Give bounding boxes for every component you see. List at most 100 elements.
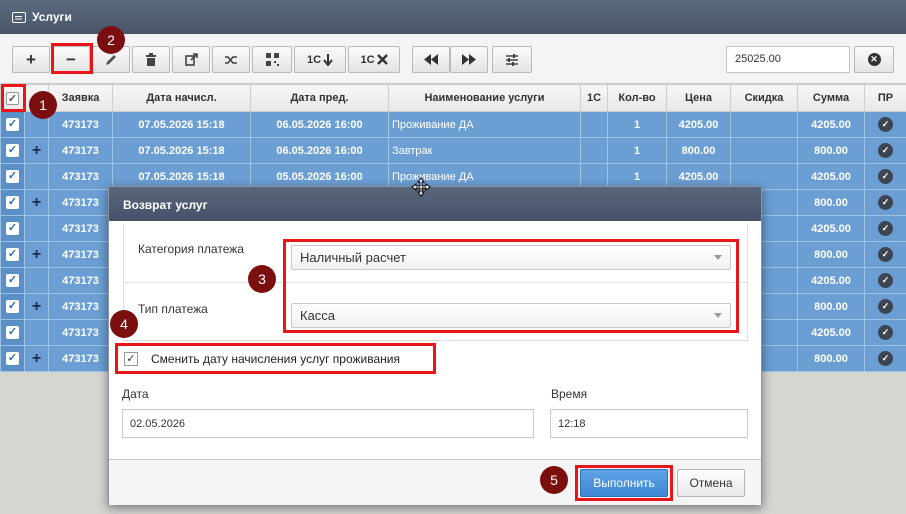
row-select-cell[interactable]: ✓: [0, 267, 25, 294]
delete-button[interactable]: [132, 46, 170, 73]
back-button[interactable]: [412, 46, 450, 73]
forward-button[interactable]: [450, 46, 488, 73]
row-checkbox[interactable]: ✓: [6, 352, 19, 365]
select-all-cell[interactable]: ✓: [0, 84, 25, 112]
row-select-cell[interactable]: ✓: [0, 215, 25, 242]
row-checkbox[interactable]: ✓: [6, 170, 19, 183]
cell-pr[interactable]: ✓: [864, 319, 906, 346]
expand-cell[interactable]: [24, 319, 49, 346]
column-header[interactable]: Сумма: [797, 84, 865, 112]
remove-button[interactable]: −: [52, 46, 90, 73]
row-checkbox[interactable]: ✓: [6, 196, 19, 209]
search-input[interactable]: 25025.00: [726, 46, 850, 73]
check-circle-icon[interactable]: ✓: [878, 169, 893, 184]
cancel-button[interactable]: Отмена: [677, 469, 745, 497]
expand-cell[interactable]: [24, 215, 49, 242]
fast-forward-icon: [462, 54, 476, 65]
column-header[interactable]: 1С: [580, 84, 608, 112]
expand-plus-icon[interactable]: +: [32, 194, 41, 211]
change-date-option[interactable]: ✓ Сменить дату начисления услуг проживан…: [118, 347, 433, 371]
row-select-cell[interactable]: ✓: [0, 163, 25, 190]
check-circle-icon[interactable]: ✓: [878, 273, 893, 288]
onec-delete-button[interactable]: 1С: [348, 46, 400, 73]
expand-plus-icon[interactable]: +: [32, 350, 41, 367]
expand-plus-icon[interactable]: +: [32, 142, 41, 159]
check-circle-icon[interactable]: ✓: [878, 143, 893, 158]
onec-download-button[interactable]: 1С: [294, 46, 346, 73]
row-select-cell[interactable]: ✓: [0, 189, 25, 216]
expand-cell[interactable]: +: [24, 293, 49, 320]
check-circle-icon[interactable]: ✓: [878, 325, 893, 340]
row-select-cell[interactable]: ✓: [0, 293, 25, 320]
expand-cell[interactable]: +: [24, 241, 49, 268]
cell-date-service: 06.05.2026 16:00: [250, 111, 389, 138]
column-header[interactable]: Наименование услуги: [388, 84, 581, 112]
row-checkbox[interactable]: ✓: [6, 144, 19, 157]
cell-pr[interactable]: ✓: [864, 215, 906, 242]
payment-type-select[interactable]: Касса: [291, 303, 731, 328]
expand-plus-icon[interactable]: +: [32, 298, 41, 315]
payment-category-select[interactable]: Наличный расчет: [291, 245, 731, 270]
window-title: Услуги: [32, 10, 72, 24]
row-checkbox[interactable]: ✓: [6, 248, 19, 261]
share-button[interactable]: [172, 46, 210, 73]
cell-sum: 800.00: [797, 137, 865, 164]
trash-icon: [146, 53, 156, 66]
cell-pr[interactable]: ✓: [864, 189, 906, 216]
check-circle-icon[interactable]: ✓: [878, 247, 893, 262]
cell-pr[interactable]: ✓: [864, 137, 906, 164]
expand-plus-icon[interactable]: +: [32, 246, 41, 263]
column-header[interactable]: Дата пред.: [250, 84, 389, 112]
cell-onec: [580, 111, 608, 138]
change-date-checkbox[interactable]: ✓: [124, 352, 138, 366]
row-select-cell[interactable]: ✓: [0, 241, 25, 268]
select-all-checkbox[interactable]: ✓: [6, 91, 19, 105]
row-select-cell[interactable]: ✓: [0, 137, 25, 164]
row-checkbox[interactable]: ✓: [6, 274, 19, 287]
execute-button[interactable]: Выполнить: [580, 469, 668, 497]
row-checkbox[interactable]: ✓: [6, 222, 19, 235]
expand-cell[interactable]: +: [24, 345, 49, 372]
row-select-cell[interactable]: ✓: [0, 111, 25, 138]
column-header[interactable]: Цена: [666, 84, 731, 112]
column-header[interactable]: Скидка: [730, 84, 798, 112]
check-circle-icon[interactable]: ✓: [878, 221, 893, 236]
column-header[interactable]: Кол-во: [607, 84, 667, 112]
cell-qty: 1: [607, 137, 667, 164]
column-header[interactable]: ПР: [864, 84, 906, 112]
shuffle-button[interactable]: [212, 46, 250, 73]
row-checkbox[interactable]: ✓: [6, 118, 19, 131]
column-header[interactable]: Заявка: [48, 84, 113, 112]
cell-id: 473173: [48, 345, 113, 372]
row-checkbox[interactable]: ✓: [6, 300, 19, 313]
date-input[interactable]: 02.05.2026: [122, 409, 534, 438]
row-select-cell[interactable]: ✓: [0, 319, 25, 346]
cell-pr[interactable]: ✓: [864, 111, 906, 138]
time-input[interactable]: 12:18: [550, 409, 748, 438]
cell-pr[interactable]: ✓: [864, 267, 906, 294]
settings-button[interactable]: [492, 46, 532, 73]
rewind-icon: [424, 54, 438, 65]
clear-search-button[interactable]: ✕: [854, 46, 894, 73]
row-select-cell[interactable]: ✓: [0, 345, 25, 372]
check-circle-icon[interactable]: ✓: [878, 117, 893, 132]
cell-pr[interactable]: ✓: [864, 345, 906, 372]
expand-cell[interactable]: +: [24, 137, 49, 164]
close-circle-icon: ✕: [867, 53, 881, 66]
column-header[interactable]: Дата начисл.: [112, 84, 251, 112]
qr-button[interactable]: [252, 46, 292, 73]
expand-cell[interactable]: +: [24, 189, 49, 216]
row-checkbox[interactable]: ✓: [6, 326, 19, 339]
expand-cell[interactable]: [24, 267, 49, 294]
cell-pr[interactable]: ✓: [864, 163, 906, 190]
add-button[interactable]: +: [12, 46, 50, 73]
table-row[interactable]: ✓ +473173 07.05.2026 15:18 06.05.2026 16:00…: [0, 137, 906, 164]
check-circle-icon[interactable]: ✓: [878, 195, 893, 210]
check-circle-icon[interactable]: ✓: [878, 351, 893, 366]
table-row[interactable]: ✓ 473173 07.05.2026 15:18 06.05.2026 16:00 П…: [0, 111, 906, 138]
check-circle-icon[interactable]: ✓: [878, 299, 893, 314]
expand-cell[interactable]: [24, 163, 49, 190]
cell-pr[interactable]: ✓: [864, 293, 906, 320]
cell-date-charge: 07.05.2026 15:18: [112, 137, 251, 164]
cell-pr[interactable]: ✓: [864, 241, 906, 268]
